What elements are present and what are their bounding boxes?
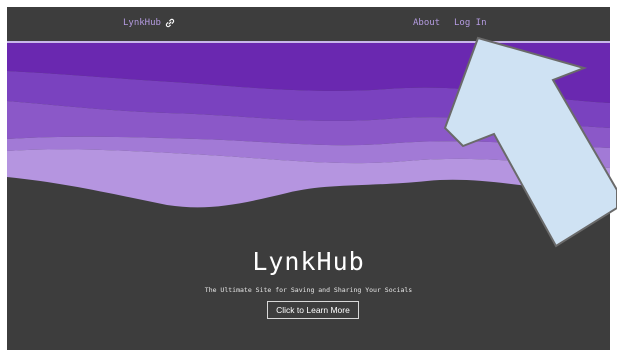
hero-subtitle: The Ultimate Site for Saving and Sharing… (204, 286, 413, 294)
hero-wave-banner (7, 43, 610, 218)
navbar: LynkHub About Log In (7, 7, 610, 41)
learn-more-button[interactable]: Click to Learn More (267, 301, 359, 319)
brand-label: LynkHub (123, 18, 161, 28)
link-icon (165, 18, 175, 28)
hero-title: LynkHub (252, 247, 365, 276)
nav-about-link[interactable]: About (413, 18, 440, 28)
page-frame: LynkHub About Log In LynkHub The Ultimat… (7, 7, 610, 350)
nav-brand-link[interactable]: LynkHub (123, 18, 175, 28)
nav-login-link[interactable]: Log In (454, 18, 487, 28)
